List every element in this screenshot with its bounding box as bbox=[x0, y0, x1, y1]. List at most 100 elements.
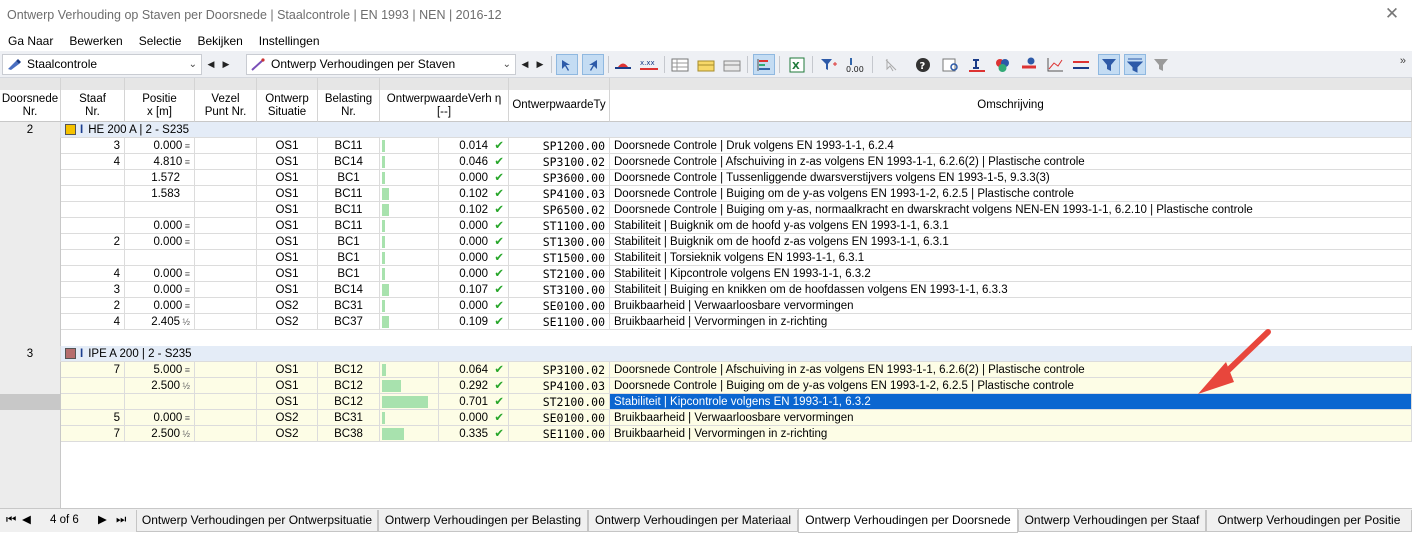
chevron-down-icon: ⌄ bbox=[502, 59, 511, 70]
menu-item[interactable]: Bewerken bbox=[61, 31, 130, 51]
overflow-chevron-icon[interactable]: » bbox=[1400, 55, 1406, 67]
diagram-icon[interactable] bbox=[1044, 54, 1066, 75]
table-row[interactable]: 5 0.000 ≡ OS2 BC31 0.000 ✔ SE0100.00 Bruikbaarh… bbox=[0, 410, 1412, 426]
ratio-bar bbox=[382, 140, 385, 152]
cursor-disabled-icon[interactable] bbox=[880, 54, 902, 75]
table-combo-value: Ontwerp Verhoudingen per Staven bbox=[271, 57, 456, 71]
menu-item[interactable]: Selectie bbox=[131, 31, 190, 51]
tab-6[interactable]: Ontwerp Verhoudingen per Positie bbox=[1206, 510, 1412, 532]
values-icon[interactable]: x.xx bbox=[638, 54, 660, 75]
table-cell: BC11 bbox=[318, 138, 380, 154]
menu-item[interactable]: Instellingen bbox=[251, 31, 328, 51]
position-marker-icon: ≡ bbox=[182, 221, 190, 231]
position-value: 1.583 bbox=[151, 188, 180, 200]
bars-icon[interactable] bbox=[753, 54, 775, 75]
first-page-icon[interactable]: ⏮ bbox=[6, 509, 16, 532]
prev-table-button[interactable]: ◀ bbox=[518, 54, 532, 75]
table-row[interactable]: 3 0.000 ≡ OS1 BC14 0.107 ✔ ST3100.00 Stabilitei… bbox=[0, 282, 1412, 298]
group-header-row[interactable]: 3 I IPE A 200 | 2 - S235 bbox=[0, 346, 1412, 362]
table-cell bbox=[195, 394, 257, 410]
ratio-bar bbox=[382, 236, 385, 248]
tab-5[interactable]: Ontwerp Verhoudingen per Staaf bbox=[1018, 510, 1206, 532]
table-row[interactable]: 7 2.500 ½ OS2 BC38 0.335 ✔ SE1100.00 Bruikbaarh… bbox=[0, 426, 1412, 442]
filter-active-icon[interactable] bbox=[1098, 54, 1120, 75]
menu-item[interactable]: Ga Naar bbox=[0, 31, 61, 51]
header-band bbox=[257, 78, 318, 90]
table-row[interactable]: 1.572 OS1 BC1 0.000 ✔ SP3600.00 Doorsnede Cont… bbox=[0, 170, 1412, 186]
table-cell: SP3100.02 bbox=[509, 154, 610, 170]
show-result-icon[interactable] bbox=[612, 54, 634, 75]
column-header: OntwerpwaardeTy bbox=[509, 90, 610, 122]
table-row[interactable]: OS1 BC11 0.102 ✔ SP6500.02 Doorsnede Controle… bbox=[0, 202, 1412, 218]
table-row[interactable]: OS1 BC1 0.000 ✔ ST1500.00 Stabiliteit | Torsi… bbox=[0, 250, 1412, 266]
tab-4[interactable]: Ontwerp Verhoudingen per Doorsnede bbox=[798, 509, 1018, 533]
table-yellow-icon[interactable] bbox=[695, 54, 717, 75]
table-row[interactable]: 4 4.810 ≡ OS1 BC14 0.046 ✔ SP3100.02 Doorsnede … bbox=[0, 154, 1412, 170]
table-grey-icon[interactable] bbox=[721, 54, 743, 75]
table-cell: 0.335 ✔ bbox=[380, 426, 509, 442]
ratio-value: 0.000 bbox=[459, 236, 488, 248]
ratio-bar bbox=[382, 428, 404, 440]
colors-icon[interactable] bbox=[992, 54, 1014, 75]
menu-item[interactable]: Bekijken bbox=[189, 31, 250, 51]
next-table-button[interactable]: ▶ bbox=[533, 54, 547, 75]
excel-export-icon[interactable]: X bbox=[786, 54, 808, 75]
table-cell: 7 bbox=[61, 426, 125, 442]
deformation-icon[interactable] bbox=[1070, 54, 1092, 75]
table-icon[interactable] bbox=[669, 54, 691, 75]
decimal-zero-icon[interactable]: 0.00 bbox=[844, 54, 866, 75]
table-cell: OS1 bbox=[257, 266, 318, 282]
tab-3[interactable]: Ontwerp Verhoudingen per Materiaal bbox=[588, 510, 798, 532]
next-module-button[interactable]: ▶ bbox=[219, 54, 233, 75]
select-member-icon[interactable] bbox=[556, 54, 578, 75]
table-row[interactable]: 3 0.000 ≡ OS1 BC11 0.014 ✔ SP1200.00 Doorsnede … bbox=[0, 138, 1412, 154]
position-value: 1.572 bbox=[151, 172, 180, 184]
check-icon: ✔ bbox=[494, 236, 504, 248]
tab-2[interactable]: Ontwerp Verhoudingen per Belasting bbox=[378, 510, 588, 532]
next-page-icon[interactable]: ▶ bbox=[98, 509, 107, 532]
section-name: HE 200 A | 2 - S235 bbox=[88, 124, 190, 136]
table-row[interactable]: OS1 BC12 0.701 ✔ ST2100.00 Stabiliteit | Kipc… bbox=[0, 394, 1412, 410]
prev-module-button[interactable]: ◀ bbox=[204, 54, 218, 75]
last-page-icon[interactable]: ⏭ bbox=[116, 509, 126, 532]
zoom-table-icon[interactable] bbox=[940, 54, 962, 75]
ratio-separator bbox=[438, 362, 439, 377]
ratio-separator bbox=[438, 410, 439, 425]
position-marker-icon: ≡ bbox=[182, 269, 190, 279]
table-row[interactable]: 4 2.405 ½ OS2 BC37 0.109 ✔ SE1100.00 Bruikbaarh… bbox=[0, 314, 1412, 330]
table-cell: 0.046 ✔ bbox=[380, 154, 509, 170]
table-row[interactable]: 0.000 ≡ OS1 BC11 0.000 ✔ ST1100.00 Stabiliteit… bbox=[0, 218, 1412, 234]
help-icon[interactable]: ? bbox=[912, 54, 934, 75]
module-combo[interactable]: Staalcontrole ⌄ bbox=[2, 54, 202, 75]
table-cell: SE1100.00 bbox=[509, 314, 610, 330]
table-row[interactable]: 2 0.000 ≡ OS2 BC31 0.000 ✔ SE0100.00 Bruikbaarh… bbox=[0, 298, 1412, 314]
header-band bbox=[318, 78, 380, 90]
table-row[interactable]: 2 0.000 ≡ OS1 BC1 0.000 ✔ ST1300.00 Stabiliteit… bbox=[0, 234, 1412, 250]
table-row[interactable]: 2.500 ½ OS1 BC12 0.292 ✔ SP4100.03 Doorsnede C… bbox=[0, 378, 1412, 394]
filter-list-icon[interactable] bbox=[1124, 54, 1146, 75]
table-row[interactable]: 4 0.000 ≡ OS1 BC1 0.000 ✔ ST2100.00 Stabiliteit… bbox=[0, 266, 1412, 282]
table-combo[interactable]: Ontwerp Verhoudingen per Staven ⌄ bbox=[246, 54, 516, 75]
tab-1[interactable]: Ontwerp Verhoudingen per Ontwerpsituatie bbox=[136, 510, 378, 532]
table-cell bbox=[0, 234, 61, 250]
table-cell: 0.000 ≡ bbox=[125, 266, 195, 282]
table-cell bbox=[195, 218, 257, 234]
table-row[interactable]: 7 5.000 ≡ OS1 BC12 0.064 ✔ SP3100.02 Doorsnede … bbox=[0, 362, 1412, 378]
section-icon[interactable] bbox=[966, 54, 988, 75]
table-cell: BC14 bbox=[318, 282, 380, 298]
table-cell: BC12 bbox=[318, 362, 380, 378]
ratio-separator bbox=[438, 426, 439, 441]
member-info-icon[interactable] bbox=[1018, 54, 1040, 75]
filter-clear-icon[interactable] bbox=[1150, 54, 1172, 75]
table-cell: 0.000 ✔ bbox=[380, 298, 509, 314]
ratio-bar bbox=[382, 268, 385, 280]
table-row[interactable]: 1.583 OS1 BC11 0.102 ✔ SP4100.03 Doorsnede Con… bbox=[0, 186, 1412, 202]
select-back-icon[interactable] bbox=[582, 54, 604, 75]
table-cell bbox=[61, 378, 125, 394]
table-cell: BC11 bbox=[318, 186, 380, 202]
close-icon[interactable]: ✕ bbox=[1382, 4, 1402, 24]
table-cell: Bruikbaarheid | Verwaarloosbare vervormi… bbox=[610, 298, 1412, 314]
filter-icon[interactable] bbox=[818, 54, 840, 75]
prev-page-icon[interactable]: ◀ bbox=[22, 509, 31, 532]
group-header-row[interactable]: 2 I HE 200 A | 2 - S235 bbox=[0, 122, 1412, 138]
